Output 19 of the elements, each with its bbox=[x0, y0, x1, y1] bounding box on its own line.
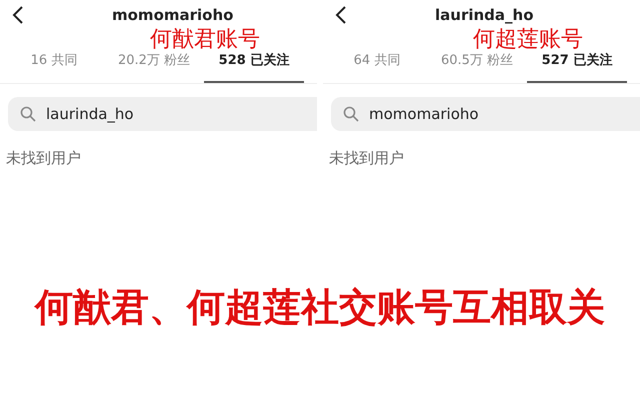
tab[interactable]: 60.5万 粉丝 bbox=[427, 51, 527, 83]
tab[interactable]: 16 共同 bbox=[4, 51, 104, 83]
username-title: momomarioho bbox=[112, 6, 234, 24]
tab[interactable]: 64 共同 bbox=[327, 51, 427, 83]
caption: 何猷君、何超莲社交账号互相取关 bbox=[35, 284, 605, 330]
account-label: 何超莲账号 bbox=[473, 27, 583, 53]
no-results-message: 未找到用户 bbox=[6, 149, 82, 168]
search-field[interactable]: momomarioho bbox=[331, 97, 640, 131]
back-icon[interactable] bbox=[335, 5, 347, 25]
account-label: 何猷君账号 bbox=[150, 27, 260, 53]
tab[interactable]: 527 已关注 bbox=[527, 51, 627, 83]
no-results-message: 未找到用户 bbox=[329, 149, 405, 168]
back-icon[interactable] bbox=[12, 5, 24, 25]
tab[interactable]: 20.2万 粉丝 bbox=[104, 51, 204, 83]
search-icon bbox=[20, 106, 36, 122]
username-title: laurinda_ho bbox=[435, 6, 534, 24]
tab[interactable]: 528 已关注 bbox=[204, 51, 304, 83]
search-field[interactable]: laurinda_ho bbox=[8, 97, 317, 131]
search-icon bbox=[343, 106, 359, 122]
